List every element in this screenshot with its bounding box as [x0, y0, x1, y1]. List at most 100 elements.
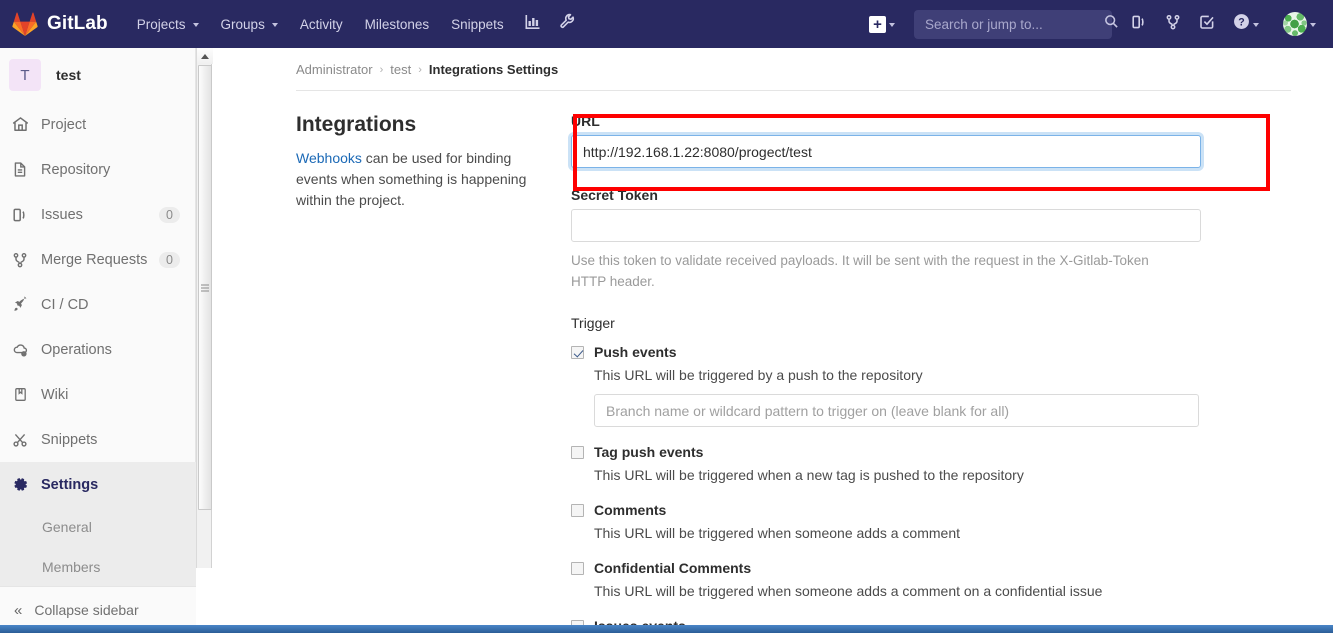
breadcrumb: Administrator › test › Integrations Sett…: [213, 48, 1333, 90]
panel-description: Webhooks can be used for binding events …: [296, 148, 549, 211]
rocket-icon: [10, 296, 30, 314]
sidebar-subitem-general[interactable]: General: [0, 507, 196, 547]
nav-help-button[interactable]: ?: [1224, 0, 1268, 48]
integrations-panel: Integrations Webhooks can be used for bi…: [213, 91, 1333, 633]
project-name: test: [56, 67, 81, 83]
webhook-form: URL Secret Token Use this token to valid…: [571, 113, 1333, 633]
push-events-branch-input[interactable]: [594, 394, 1199, 427]
trigger-head: Push events: [571, 343, 1293, 361]
nav-todos-button[interactable]: [1190, 0, 1224, 48]
secret-token-input[interactable]: [571, 209, 1201, 242]
tag-push-events-label[interactable]: Tag push events: [594, 443, 703, 461]
collapse-sidebar-label: Collapse sidebar: [34, 602, 139, 618]
merge-request-icon: [1165, 14, 1181, 35]
sidebar-item-merge-requests[interactable]: Merge Requests 0: [0, 237, 196, 282]
panel-description-column: Integrations Webhooks can be used for bi…: [296, 113, 571, 633]
help-icon: ?: [1233, 13, 1250, 35]
comments-description: This URL will be triggered when someone …: [594, 525, 960, 541]
main-content: Administrator › test › Integrations Sett…: [213, 48, 1333, 633]
nav-link-activity[interactable]: Activity: [289, 0, 354, 48]
nav-issues-button[interactable]: [1122, 0, 1156, 48]
issues-count-badge: 0: [159, 206, 180, 223]
webhooks-link[interactable]: Webhooks: [296, 150, 362, 166]
sidebar-item-project[interactable]: Project: [0, 102, 196, 147]
confidential-comments-description: This URL will be triggered when someone …: [594, 583, 1103, 599]
chevron-down-icon: [192, 23, 199, 27]
breadcrumb-current: Integrations Settings: [428, 62, 559, 77]
breadcrumb-separator: ›: [418, 63, 422, 76]
merge-requests-count-badge: 0: [159, 251, 180, 268]
navbar-links: Projects Groups Activity Milestones Snip…: [126, 0, 585, 48]
push-events-label[interactable]: Push events: [594, 343, 676, 361]
home-icon: [10, 116, 30, 134]
scrollbar-up-arrow[interactable]: [197, 48, 213, 64]
sidebar-item-settings-label: Settings: [41, 476, 99, 493]
chevron-down-icon: [1310, 23, 1316, 27]
trigger-head: Tag push events: [571, 443, 1293, 461]
tag-push-events-checkbox[interactable]: [571, 446, 584, 459]
confidential-comments-label[interactable]: Confidential Comments: [594, 559, 751, 577]
trigger-row-confidential-comments: Confidential Comments This URL will be t…: [571, 559, 1293, 601]
gear-icon: [10, 476, 30, 494]
chart-icon: [524, 14, 541, 35]
search-icon: [1104, 14, 1119, 34]
chevron-down-icon: [271, 23, 278, 27]
sidebar-item-snippets[interactable]: Snippets: [0, 417, 196, 462]
trigger-row-tag-push-events: Tag push events This URL will be trigger…: [571, 443, 1293, 485]
nav-link-projects[interactable]: Projects: [126, 0, 210, 48]
scrollbar-thumb[interactable]: [198, 65, 212, 510]
sidebar-item-project-label: Project: [41, 116, 87, 133]
triangle-up-icon: [201, 53, 209, 59]
user-avatar: [1283, 12, 1307, 36]
navbar-right: + Search or jump to... ?: [860, 0, 1333, 48]
sidebar-item-repository-label: Repository: [41, 161, 111, 178]
url-input[interactable]: [571, 135, 1201, 168]
tag-push-events-description: This URL will be triggered when a new ta…: [594, 467, 1024, 483]
sidebar-item-wiki-label: Wiki: [41, 386, 69, 403]
nav-link-milestones[interactable]: Milestones: [354, 0, 441, 48]
gitlab-logo-link[interactable]: GitLab: [12, 0, 108, 48]
top-navbar: GitLab Projects Groups Activity Mileston…: [0, 0, 1333, 48]
sidebar-item-settings[interactable]: Settings: [0, 462, 196, 507]
secret-token-label: Secret Token: [571, 187, 658, 203]
sidebar-item-ci-cd[interactable]: CI / CD: [0, 282, 196, 327]
sidebar-item-operations[interactable]: Operations: [0, 327, 196, 372]
nav-link-groups-label: Groups: [220, 16, 265, 32]
plus-icon: +: [869, 15, 886, 33]
user-menu-button[interactable]: [1268, 0, 1325, 48]
push-events-checkbox[interactable]: [571, 346, 584, 359]
project-avatar: T: [9, 59, 41, 91]
comments-label[interactable]: Comments: [594, 501, 666, 519]
wrench-icon: [559, 13, 576, 35]
sidebar-scrollbar[interactable]: [196, 48, 213, 568]
sidebar-item-repository[interactable]: Repository: [0, 147, 196, 192]
project-sidebar: T test Project Repository Issues 0 Merge…: [0, 48, 196, 633]
book-icon: [10, 386, 30, 404]
sidebar-subitem-members[interactable]: Members: [0, 547, 196, 586]
breadcrumb-item-test[interactable]: test: [390, 62, 411, 77]
scrollbar-grip-icon: [201, 284, 209, 291]
breadcrumb-item-administrator[interactable]: Administrator: [296, 62, 373, 77]
search-input[interactable]: [923, 15, 1104, 33]
breadcrumb-separator: ›: [379, 63, 384, 76]
nav-chart-button[interactable]: [515, 0, 550, 48]
os-taskbar: [0, 625, 1333, 633]
comments-checkbox[interactable]: [571, 504, 584, 517]
nav-link-groups[interactable]: Groups: [210, 0, 289, 48]
chevron-down-icon: [1253, 23, 1259, 27]
nav-merge-requests-button[interactable]: [1156, 0, 1190, 48]
sidebar-item-snippets-label: Snippets: [41, 431, 98, 448]
sidebar-item-wiki[interactable]: Wiki: [0, 372, 196, 417]
search-box[interactable]: [914, 9, 1118, 39]
sidebar-project-header[interactable]: T test: [0, 48, 196, 102]
nav-admin-button[interactable]: [550, 0, 585, 48]
issues-icon: [1131, 14, 1147, 35]
new-item-button[interactable]: +: [860, 0, 904, 48]
confidential-comments-checkbox[interactable]: [571, 562, 584, 575]
sidebar-item-issues[interactable]: Issues 0: [0, 192, 196, 237]
page-title: Integrations: [296, 113, 417, 136]
nav-link-snippets[interactable]: Snippets: [440, 0, 515, 48]
url-label: URL: [571, 113, 600, 129]
